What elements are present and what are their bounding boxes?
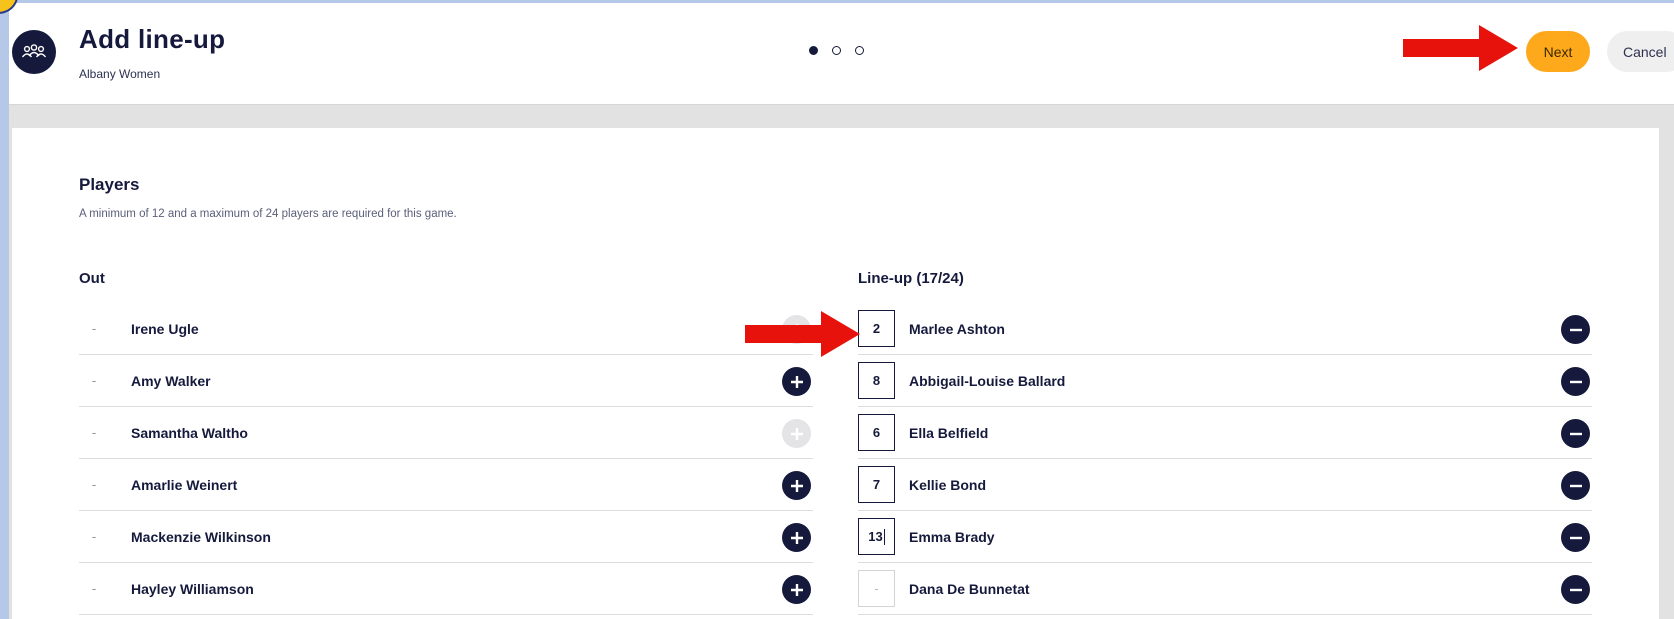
plus-icon bbox=[790, 427, 803, 440]
annotation-arrow-icon bbox=[745, 311, 860, 357]
out-player-row: - Mackenzie Wilkinson bbox=[79, 511, 813, 563]
plus-icon bbox=[790, 375, 803, 388]
plus-icon bbox=[790, 531, 803, 544]
number-placeholder: - bbox=[91, 477, 97, 492]
number-placeholder: - bbox=[91, 321, 97, 336]
player-name: Dana De Bunnetat bbox=[909, 580, 1030, 597]
number-placeholder: - bbox=[91, 425, 97, 440]
remove-player-button[interactable] bbox=[1561, 315, 1590, 344]
jersey-number-input[interactable]: 2 bbox=[858, 310, 895, 347]
lineup-column-title: Line-up (17/24) bbox=[858, 270, 964, 287]
step-3-dot bbox=[855, 46, 864, 55]
out-player-row: - Samantha Waltho bbox=[79, 407, 813, 459]
out-player-row: - Amy Walker bbox=[79, 355, 813, 407]
jersey-number-input[interactable]: 8 bbox=[858, 362, 895, 399]
add-player-button[interactable] bbox=[782, 367, 811, 396]
player-name: Amarlie Weinert bbox=[131, 476, 238, 493]
remove-player-button[interactable] bbox=[1561, 419, 1590, 448]
player-name: Samantha Waltho bbox=[131, 424, 248, 441]
page-title: Add line-up bbox=[79, 24, 226, 54]
jersey-number-input[interactable]: - bbox=[858, 570, 895, 607]
remove-player-button[interactable] bbox=[1561, 523, 1590, 552]
step-1-dot bbox=[809, 46, 818, 55]
text-caret bbox=[883, 528, 885, 545]
section-title: Players bbox=[79, 175, 140, 194]
lineup-player-row: - Dana De Bunnetat bbox=[858, 563, 1592, 615]
out-player-row: - Amarlie Weinert bbox=[79, 459, 813, 511]
window-left-edge bbox=[0, 0, 9, 619]
section-description: A minimum of 12 and a maximum of 24 play… bbox=[79, 208, 457, 220]
lineup-list: 2 Marlee Ashton 8 Abbigail-Louise Ballar… bbox=[858, 303, 1592, 615]
player-name: Emma Brady bbox=[909, 528, 995, 545]
cancel-button[interactable]: Cancel bbox=[1607, 31, 1674, 72]
plus-icon bbox=[790, 479, 803, 492]
out-list: - Irene Ugle - Amy Walker - Samantha Wal… bbox=[79, 303, 813, 615]
minus-icon bbox=[1569, 328, 1582, 331]
team-name: Albany Women bbox=[79, 67, 161, 81]
number-placeholder: - bbox=[91, 373, 97, 388]
player-name: Abbigail-Louise Ballard bbox=[909, 372, 1066, 389]
minus-icon bbox=[1569, 380, 1582, 383]
jersey-number-input[interactable]: 6 bbox=[858, 414, 895, 451]
step-indicator bbox=[809, 46, 864, 55]
minus-icon bbox=[1569, 536, 1582, 539]
minus-icon bbox=[1569, 432, 1582, 435]
add-player-button[interactable] bbox=[782, 523, 811, 552]
lineup-player-row: 13 Emma Brady bbox=[858, 511, 1592, 563]
lineup-player-row: 7 Kellie Bond bbox=[858, 459, 1592, 511]
player-name: Irene Ugle bbox=[131, 320, 199, 337]
number-placeholder: - bbox=[91, 581, 97, 596]
jersey-number-input[interactable]: 13 bbox=[858, 518, 895, 555]
player-name: Hayley Williamson bbox=[131, 580, 254, 597]
player-name: Mackenzie Wilkinson bbox=[131, 528, 271, 545]
number-placeholder: - bbox=[91, 529, 97, 544]
player-name: Marlee Ashton bbox=[909, 320, 1005, 337]
player-name: Amy Walker bbox=[131, 372, 211, 389]
jersey-number-value: 13 bbox=[868, 529, 883, 544]
out-player-row: - Hayley Williamson bbox=[79, 563, 813, 615]
remove-player-button[interactable] bbox=[1561, 471, 1590, 500]
page-header: Add line-up Albany Women Next Cancel bbox=[9, 3, 1674, 105]
player-name: Ella Belfield bbox=[909, 424, 989, 441]
minus-icon bbox=[1569, 588, 1582, 591]
lineup-player-row: 8 Abbigail-Louise Ballard bbox=[858, 355, 1592, 407]
step-2-dot bbox=[832, 46, 841, 55]
next-button[interactable]: Next bbox=[1526, 31, 1590, 72]
remove-player-button[interactable] bbox=[1561, 575, 1590, 604]
lineup-player-row: 6 Ella Belfield bbox=[858, 407, 1592, 459]
out-player-row: - Irene Ugle bbox=[79, 303, 813, 355]
add-player-button[interactable] bbox=[782, 419, 811, 448]
team-icon bbox=[12, 30, 56, 74]
jersey-number-input[interactable]: 7 bbox=[858, 466, 895, 503]
out-column-title: Out bbox=[79, 270, 105, 287]
plus-icon bbox=[790, 583, 803, 596]
annotation-arrow-icon bbox=[1403, 25, 1518, 71]
remove-player-button[interactable] bbox=[1561, 367, 1590, 396]
players-card: Players A minimum of 12 and a maximum of… bbox=[12, 128, 1659, 619]
lineup-player-row: 2 Marlee Ashton bbox=[858, 303, 1592, 355]
minus-icon bbox=[1569, 484, 1582, 487]
player-name: Kellie Bond bbox=[909, 476, 987, 493]
add-player-button[interactable] bbox=[782, 575, 811, 604]
add-player-button[interactable] bbox=[782, 471, 811, 500]
